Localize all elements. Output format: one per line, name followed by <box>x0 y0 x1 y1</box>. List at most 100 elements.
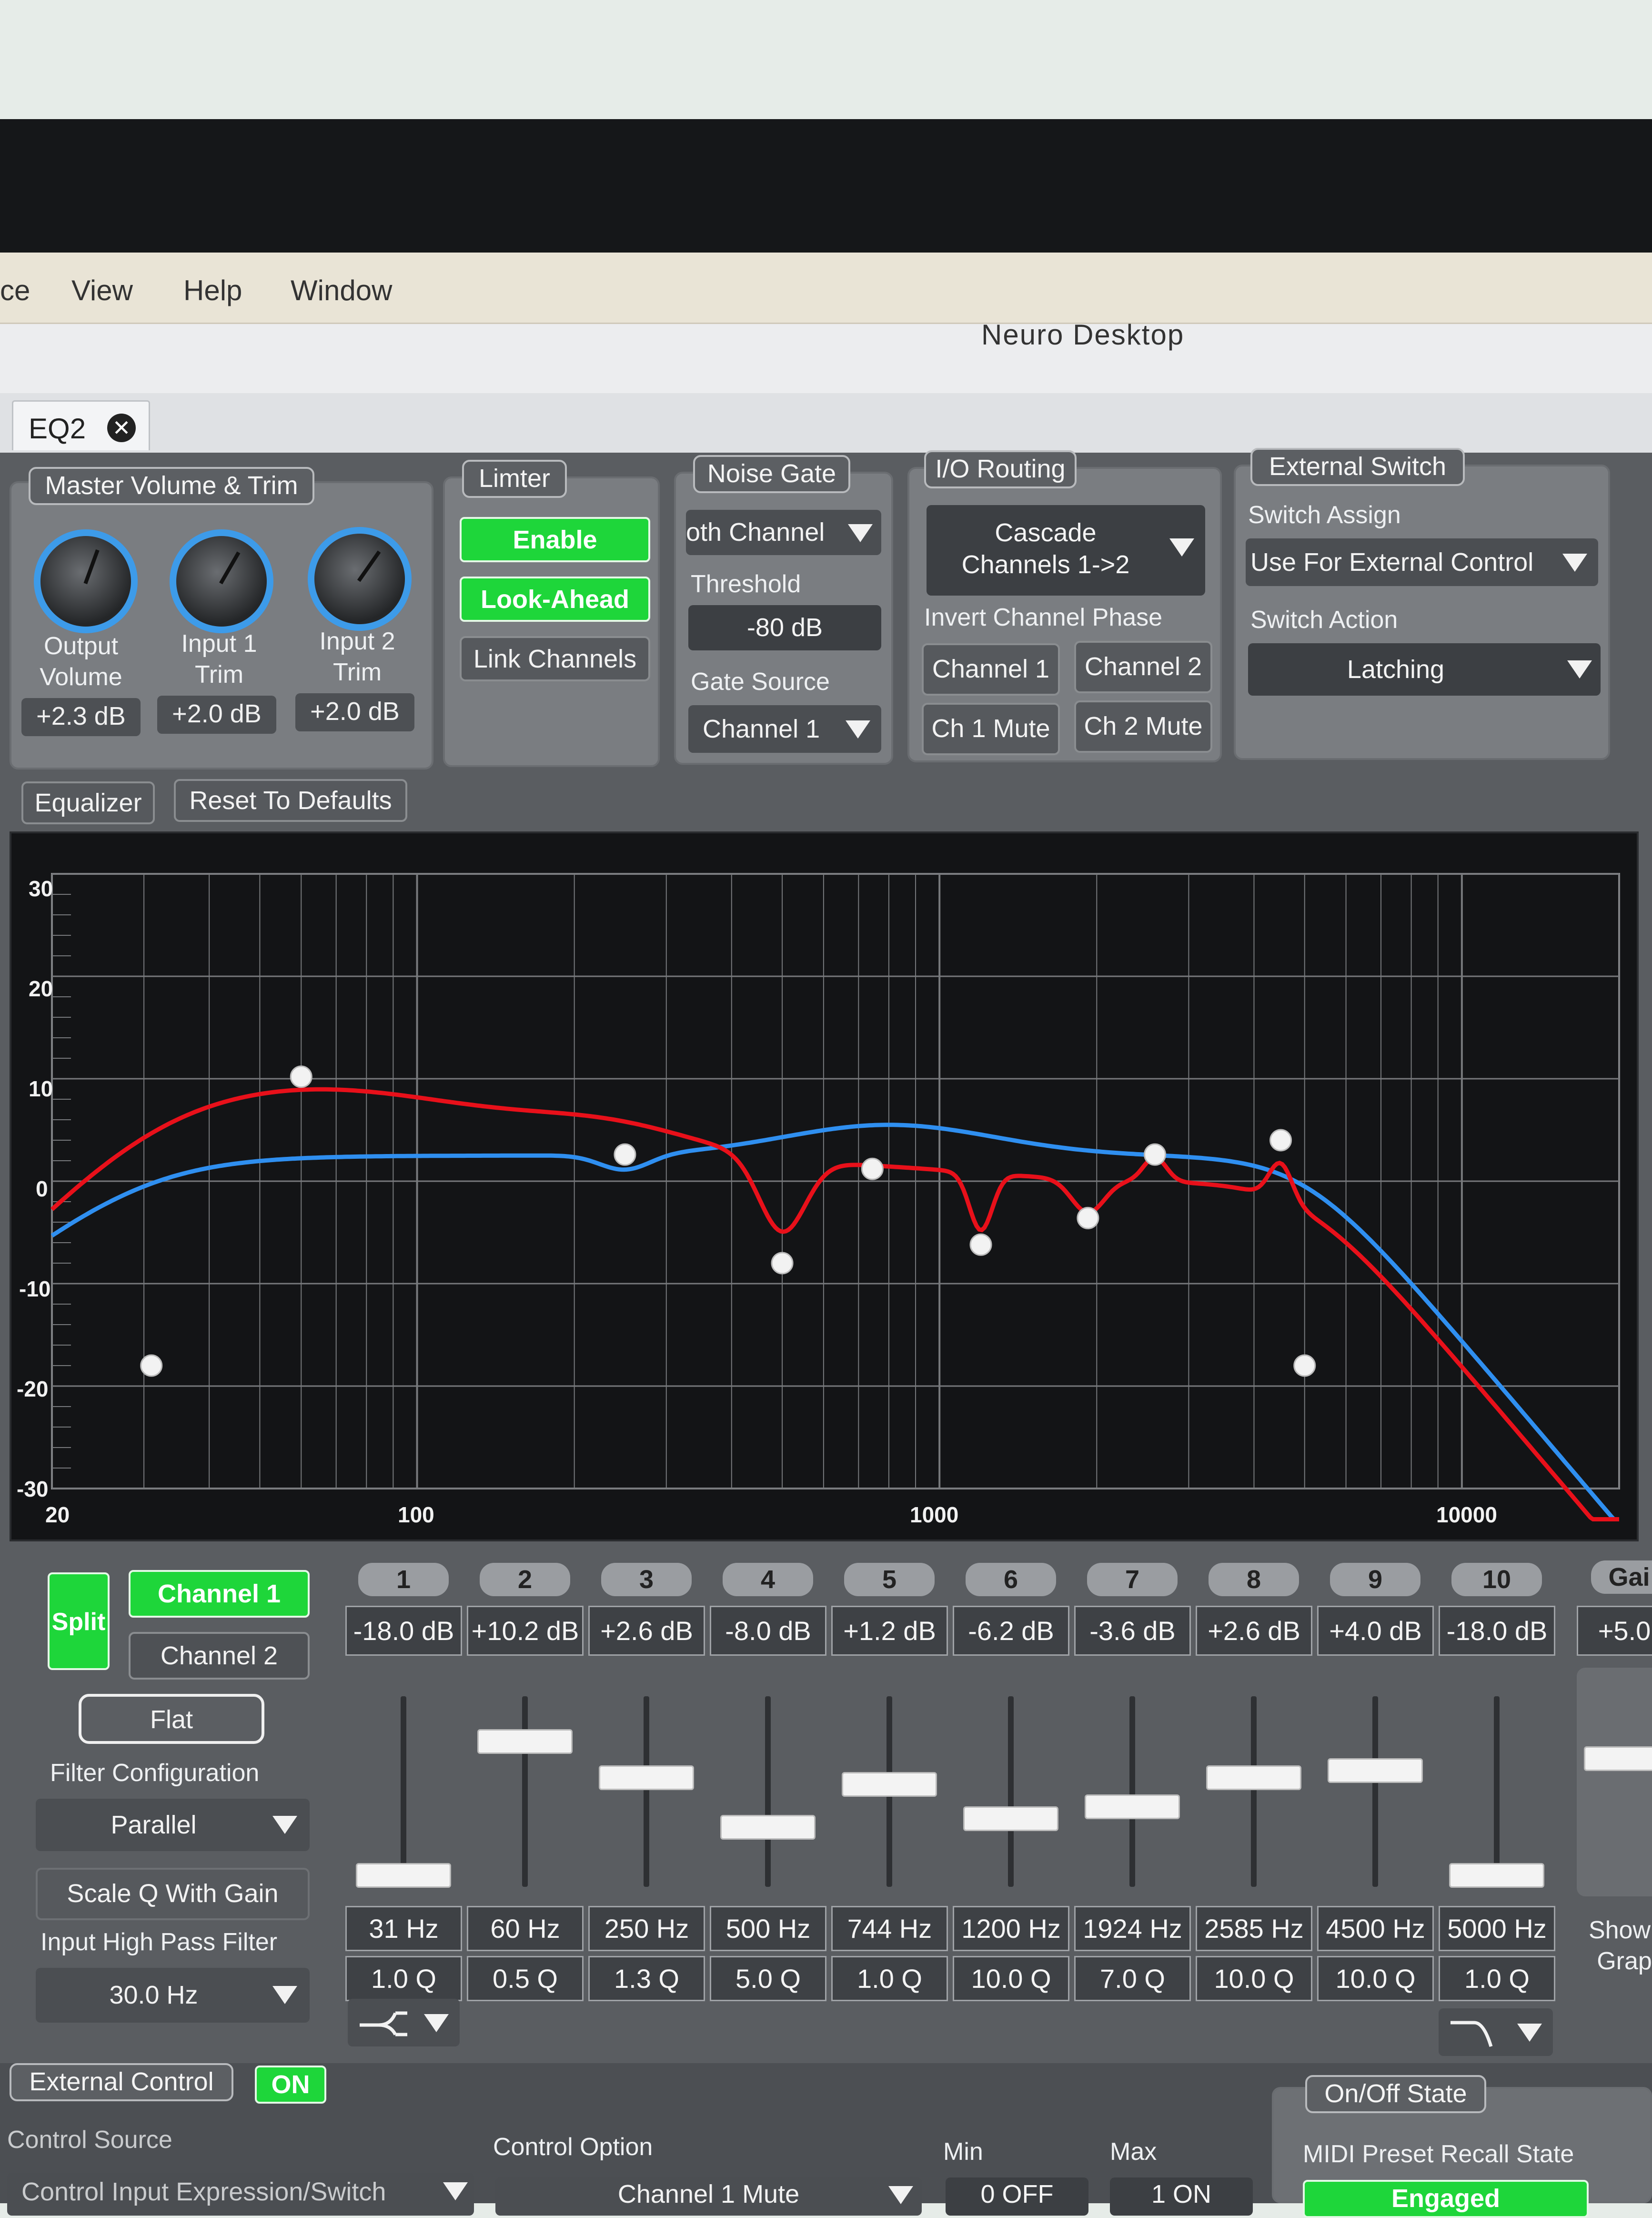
band-q-value[interactable]: 1.3 Q <box>588 1956 705 2001</box>
show-graph-label[interactable]: Grap <box>1591 1946 1652 1976</box>
split-button[interactable]: Split <box>48 1572 110 1670</box>
band-fader-thumb[interactable] <box>720 1815 816 1840</box>
control-input-dropdown[interactable]: Control Input Expression/Switch <box>7 2173 474 2216</box>
output-volume-value[interactable]: +2.3 dB <box>21 698 141 736</box>
band-fader-thumb[interactable] <box>1449 1863 1544 1888</box>
band-q-value[interactable]: 0.5 Q <box>467 1956 584 2001</box>
onoff-state-title: On/Off State <box>1305 2075 1486 2113</box>
band-fader-thumb[interactable] <box>963 1806 1058 1832</box>
band-frequency-value[interactable]: 744 Hz <box>831 1906 948 1951</box>
channel1-button[interactable]: Channel 1 <box>129 1570 310 1618</box>
band-frequency-value[interactable]: 31 Hz <box>345 1906 462 1951</box>
ch2-mute-button[interactable]: Ch 2 Mute <box>1074 700 1212 753</box>
switch-action-dropdown[interactable]: Latching <box>1248 643 1601 696</box>
gate-channel-dropdown[interactable]: oth Channel <box>686 510 881 555</box>
max-value[interactable]: 1 ON <box>1110 2177 1253 2216</box>
band-node-4[interactable] <box>771 1252 794 1275</box>
band-q-value[interactable]: 7.0 Q <box>1074 1956 1191 2001</box>
band-node-7[interactable] <box>1077 1206 1099 1229</box>
band-q-value[interactable]: 10.0 Q <box>1317 1956 1434 2001</box>
band-frequency-value[interactable]: 500 Hz <box>710 1906 826 1951</box>
gate-source-dropdown[interactable]: Channel 1 <box>688 705 881 753</box>
band-gain-value[interactable]: +10.2 dB <box>467 1606 584 1656</box>
eq-graph-svg[interactable] <box>11 833 1641 1543</box>
min-value[interactable]: 0 OFF <box>946 2177 1088 2216</box>
band-q-value[interactable]: 5.0 Q <box>710 1956 826 2001</box>
look-ahead-button[interactable]: Look-Ahead <box>460 577 650 622</box>
scale-q-button[interactable]: Scale Q With Gain <box>36 1868 310 1920</box>
band-gain-value[interactable]: -18.0 dB <box>1439 1606 1555 1656</box>
band10-filter-type-dropdown[interactable] <box>1439 2008 1553 2056</box>
band-fader-thumb[interactable] <box>477 1729 573 1754</box>
band-node-5[interactable] <box>861 1157 884 1180</box>
output-gain-fader-thumb[interactable] <box>1584 1746 1652 1771</box>
band-fader-thumb[interactable] <box>1328 1758 1423 1783</box>
band-fader-thumb[interactable] <box>599 1765 694 1790</box>
band-fader-thumb[interactable] <box>1206 1765 1301 1790</box>
band-node-2[interactable] <box>290 1065 312 1088</box>
link-channels-button[interactable]: Link Channels <box>460 636 650 681</box>
external-control-on-button[interactable]: ON <box>255 2066 326 2104</box>
band-q-value[interactable]: 1.0 Q <box>831 1956 948 2001</box>
band1-filter-type-dropdown[interactable] <box>348 1999 460 2046</box>
band-q-value[interactable]: 1.0 Q <box>1439 1956 1555 2001</box>
band-node-9[interactable] <box>1269 1129 1292 1152</box>
band-gain-value[interactable]: +1.2 dB <box>831 1606 948 1656</box>
midi-recall-button[interactable]: Engaged <box>1303 2180 1589 2218</box>
band-gain-value[interactable]: -3.6 dB <box>1074 1606 1191 1656</box>
band-frequency-value[interactable]: 2585 Hz <box>1196 1906 1312 1951</box>
band-frequency-value[interactable]: 5000 Hz <box>1439 1906 1555 1951</box>
threshold-value[interactable]: -80 dB <box>688 605 881 650</box>
band-frequency-value[interactable]: 60 Hz <box>467 1906 584 1951</box>
band-frequency-value[interactable]: 1924 Hz <box>1074 1906 1191 1951</box>
chevron-down-icon <box>888 2186 913 2204</box>
band-gain-value[interactable]: +2.6 dB <box>1196 1606 1312 1656</box>
output-gain-value[interactable]: +5.0 <box>1577 1606 1652 1656</box>
input1-trim-value[interactable]: +2.0 dB <box>157 696 276 734</box>
band-fader-thumb[interactable] <box>356 1863 451 1888</box>
eq-graph[interactable] <box>10 831 1639 1541</box>
routing-mode-dropdown[interactable]: Cascade Channels 1->2 <box>927 505 1205 596</box>
band-frequency-value[interactable]: 1200 Hz <box>953 1906 1069 1951</box>
band-node-3[interactable] <box>614 1143 636 1166</box>
menu-item-window[interactable]: Window <box>291 274 392 307</box>
band-q-value[interactable]: 10.0 Q <box>1196 1956 1312 2001</box>
show-graph-label[interactable]: Show <box>1581 1915 1652 1945</box>
band-frequency-value[interactable]: 250 Hz <box>588 1906 705 1951</box>
menu-item-view[interactable]: View <box>71 274 133 307</box>
reset-defaults-button[interactable]: Reset To Defaults <box>174 779 407 822</box>
menu-item-partial[interactable]: ce <box>0 274 30 307</box>
close-icon[interactable]: ✕ <box>107 414 136 442</box>
output-volume-knob[interactable] <box>40 536 131 627</box>
band-fader-thumb[interactable] <box>1085 1794 1180 1819</box>
invert-channel1-button[interactable]: Channel 1 <box>922 643 1060 696</box>
band-gain-value[interactable]: -6.2 dB <box>953 1606 1069 1656</box>
hpf-dropdown[interactable]: 30.0 Hz <box>36 1968 310 2023</box>
band-node-6[interactable] <box>969 1233 992 1256</box>
graph-nodes <box>140 1065 1316 1377</box>
band-gain-value[interactable]: -18.0 dB <box>345 1606 462 1656</box>
filter-config-dropdown[interactable]: Parallel <box>36 1799 310 1851</box>
ch1-mute-button[interactable]: Ch 1 Mute <box>922 703 1060 755</box>
band-fader-thumb[interactable] <box>842 1772 937 1797</box>
band-frequency-value[interactable]: 4500 Hz <box>1317 1906 1434 1951</box>
switch-assign-dropdown[interactable]: Use For External Control <box>1246 538 1598 586</box>
equalizer-tab[interactable]: Equalizer <box>21 781 155 824</box>
menu-item-help[interactable]: Help <box>183 274 242 307</box>
invert-channel2-button[interactable]: Channel 2 <box>1074 641 1212 693</box>
band-q-value[interactable]: 1.0 Q <box>345 1956 462 2001</box>
band-gain-value[interactable]: -8.0 dB <box>710 1606 826 1656</box>
input2-trim-knob[interactable] <box>314 534 405 624</box>
band-node-8[interactable] <box>1144 1143 1167 1166</box>
limiter-enable-button[interactable]: Enable <box>460 517 650 562</box>
band-gain-value[interactable]: +2.6 dB <box>588 1606 705 1656</box>
input2-trim-value[interactable]: +2.0 dB <box>295 693 414 731</box>
input1-trim-knob[interactable] <box>176 536 267 627</box>
band-node-1[interactable] <box>140 1354 163 1377</box>
band-gain-value[interactable]: +4.0 dB <box>1317 1606 1434 1656</box>
band-node-10[interactable] <box>1293 1354 1316 1377</box>
flat-button[interactable]: Flat <box>79 1694 264 1744</box>
channel2-button[interactable]: Channel 2 <box>129 1632 310 1680</box>
control-option-dropdown[interactable]: Channel 1 Mute <box>495 2177 922 2216</box>
band-q-value[interactable]: 10.0 Q <box>953 1956 1069 2001</box>
